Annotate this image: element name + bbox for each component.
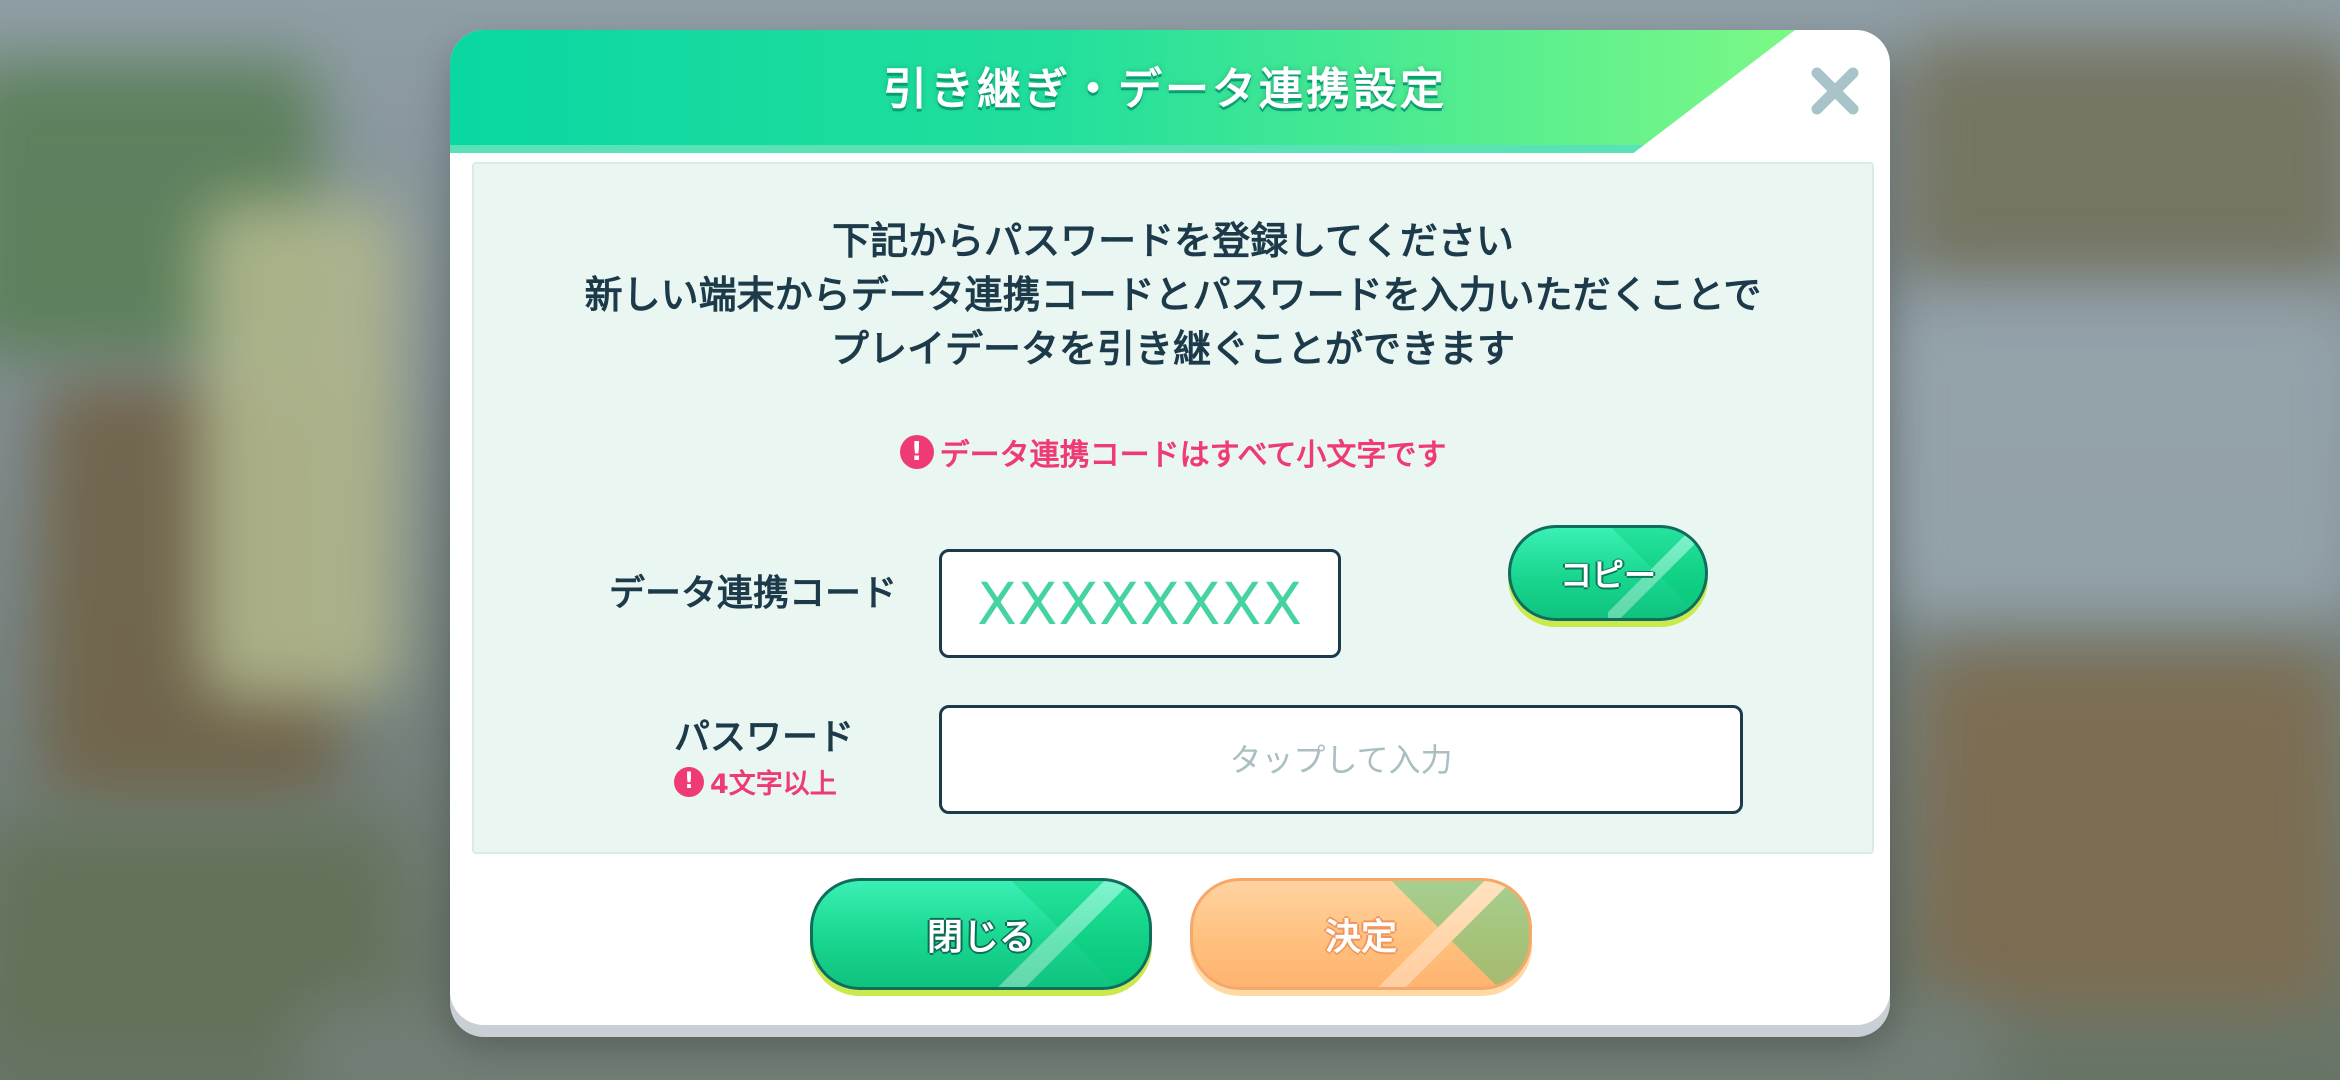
bg-shape [0, 60, 320, 360]
bg-shape [40, 380, 340, 800]
code-label: データ連携コード [609, 573, 898, 614]
description-line: プレイデータを引き継ぐことができます [830, 327, 1515, 371]
description-line: 下記からパスワードを登録してください [832, 219, 1514, 263]
description-line: 新しい端末からデータ連携コードとパスワードを入力いただくことで [584, 273, 1762, 317]
bg-shape [0, 820, 400, 1060]
password-field-box [939, 705, 1743, 814]
close-button-label: 閉じる [926, 917, 1035, 958]
bg-shape [1880, 300, 2340, 620]
exclamation-icon: ! [899, 435, 934, 469]
dialog-title: 引き継ぎ・データ連携設定 [883, 64, 1447, 115]
bg-shape [200, 200, 400, 700]
description: 下記からパスワードを登録してください 新しい端末からデータ連携コードとパスワード… [474, 214, 1872, 376]
confirm-button-label: 決定 [1324, 917, 1397, 958]
close-button[interactable] [1800, 56, 1870, 126]
code-display: XXXXXXXX [939, 549, 1341, 658]
exclamation-icon: ! [674, 766, 704, 797]
lowercase-notice: ! データ連携コードはすべて小文字です [474, 430, 1872, 474]
confirm-button[interactable]: 決定 [1190, 878, 1532, 990]
content-panel: 下記からパスワードを登録してください 新しい端末からデータ連携コードとパスワード… [472, 162, 1874, 854]
password-input[interactable] [942, 708, 1740, 811]
copy-button-label: コピー [1559, 556, 1656, 594]
data-transfer-dialog: 引き継ぎ・データ連携設定 下記からパスワードを登録してください 新しい端末からデ… [450, 30, 1890, 1025]
copy-button[interactable]: コピー [1508, 525, 1708, 621]
close-x-icon [1811, 67, 1859, 115]
bg-shape [1920, 650, 2340, 1010]
password-hint: ! 4文字以上 [674, 762, 837, 801]
bg-shape [1900, 40, 2340, 280]
password-hint-text: 4文字以上 [710, 769, 837, 800]
notice-text: データ連携コードはすべて小文字です [939, 438, 1447, 473]
close-dialog-button[interactable]: 閉じる [810, 878, 1152, 990]
password-label: パスワード [674, 717, 855, 758]
